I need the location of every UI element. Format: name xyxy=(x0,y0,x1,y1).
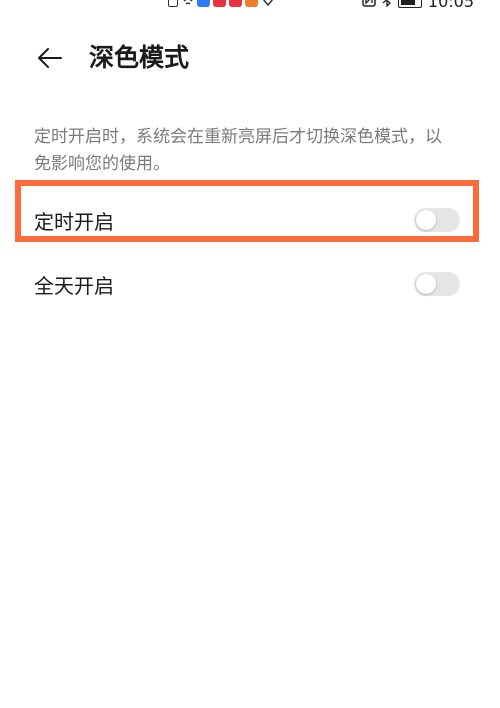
scheduled-toggle[interactable] xyxy=(414,208,460,232)
app-blue-icon xyxy=(197,0,210,7)
arrow-left-icon xyxy=(38,48,62,68)
check-icon xyxy=(261,0,274,7)
status-time: 10:05 xyxy=(427,0,474,11)
setting-row-scheduled[interactable]: 定时开启 xyxy=(34,198,464,242)
back-button[interactable] xyxy=(34,42,66,74)
setting-row-all-day[interactable]: 全天开启 xyxy=(34,262,464,306)
wifi-icon xyxy=(181,0,194,7)
system-status: 10:05 xyxy=(362,0,474,11)
app-red2-icon xyxy=(229,0,242,7)
app-red-icon xyxy=(213,0,226,7)
header: 深色模式 xyxy=(0,36,500,80)
toggle-knob xyxy=(416,210,436,230)
bluetooth-icon xyxy=(382,0,392,11)
notification-icons xyxy=(168,0,274,7)
dark-mode-description: 定时开启时，系统会在重新亮屏后才切换深色模式，以免影响您的使用。 xyxy=(34,127,442,174)
page-title: 深色模式 xyxy=(89,43,190,72)
sim-icon xyxy=(168,0,178,7)
all-day-toggle[interactable] xyxy=(414,272,460,296)
status-bar: 10:05 xyxy=(0,0,500,12)
battery-icon xyxy=(397,0,422,8)
toggle-knob xyxy=(416,274,436,294)
app-orange-icon xyxy=(245,0,258,7)
setting-label-scheduled: 定时开启 xyxy=(34,209,114,234)
nfc-icon xyxy=(362,0,376,11)
setting-label-all-day: 全天开启 xyxy=(34,273,114,298)
